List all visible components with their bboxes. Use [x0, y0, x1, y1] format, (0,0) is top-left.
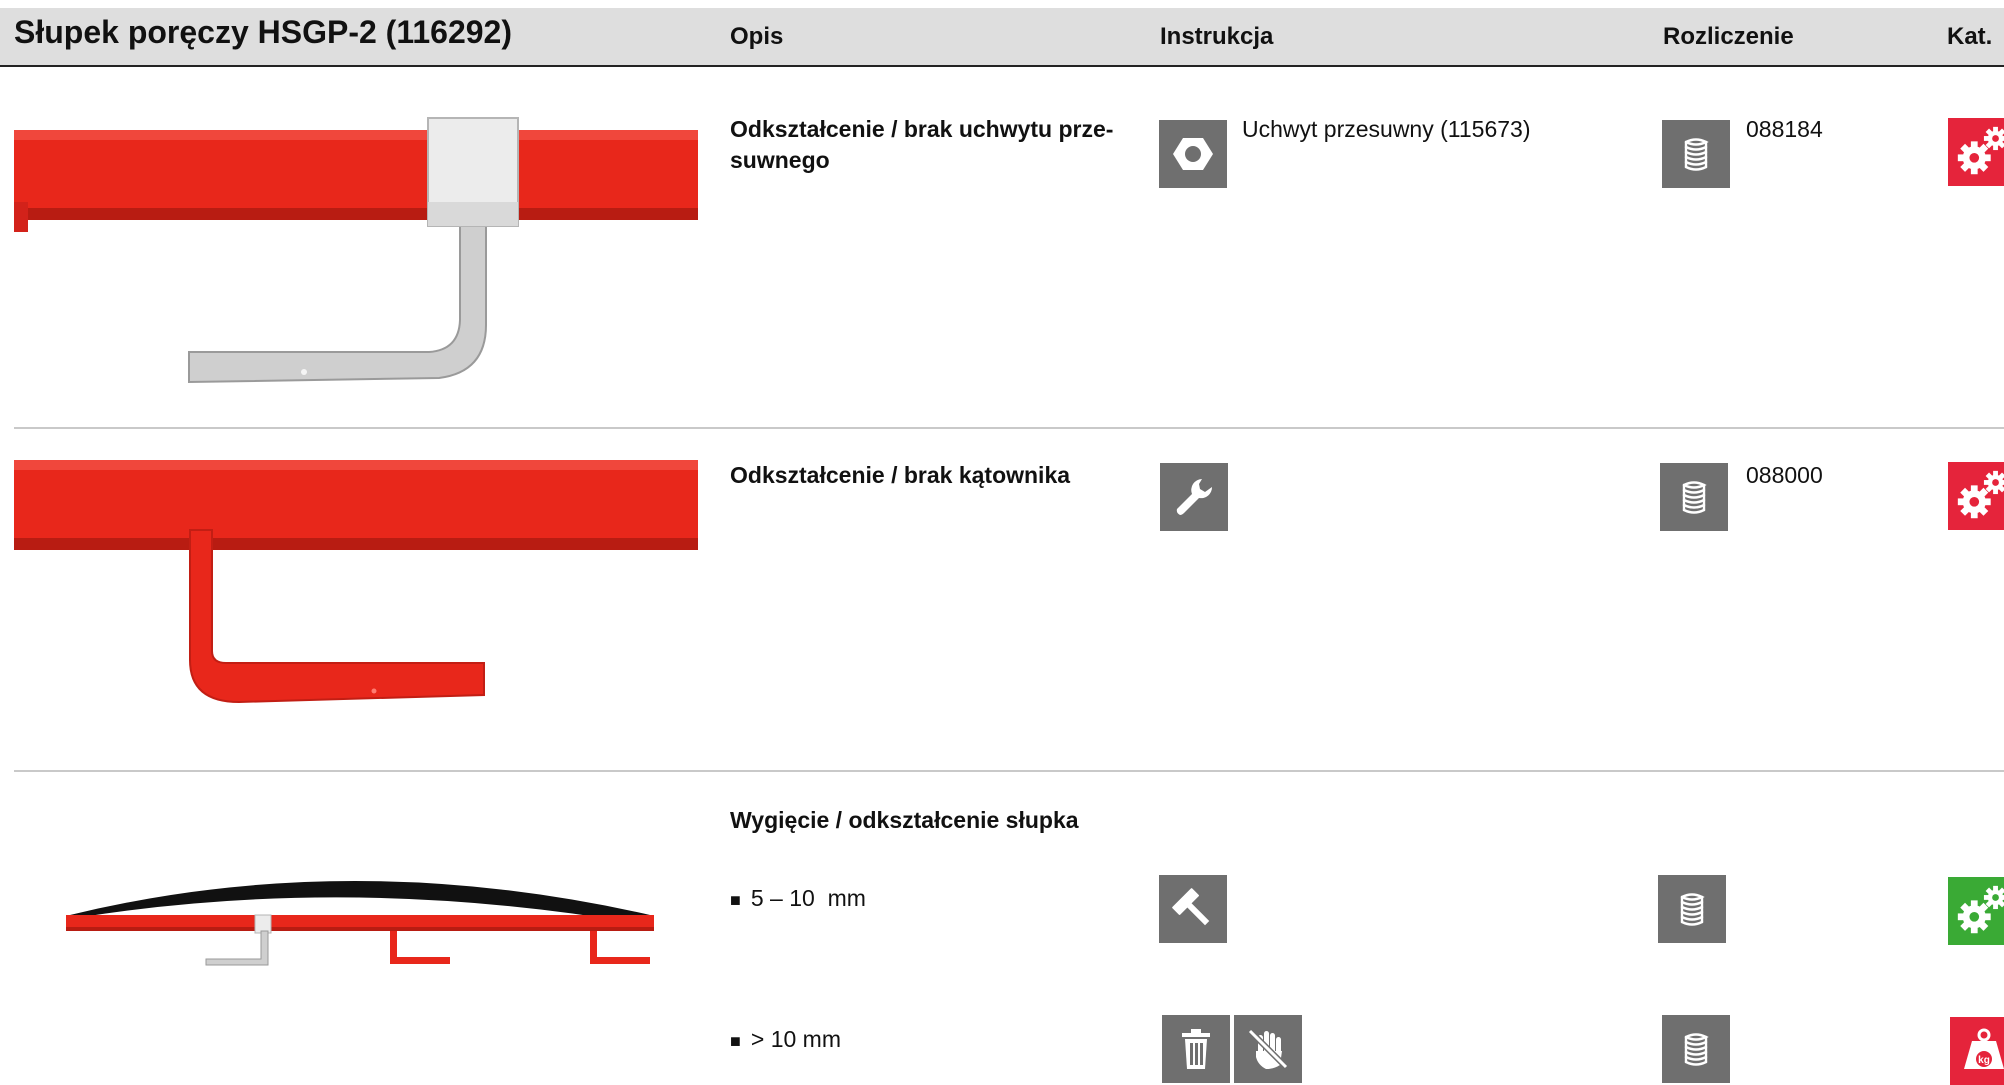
trash-icon[interactable] [1162, 1015, 1230, 1083]
row3-subitem-1-label: 5 – 10 mm [750, 885, 866, 911]
row-divider [14, 770, 2004, 772]
row3-subitem-2: ■ > 10 mm [730, 1024, 841, 1057]
row1-billing-code: 088184 [1746, 116, 1823, 142]
column-header-instrukcja: Instrukcja [1160, 23, 1274, 50]
svg-text:kg: kg [1978, 1055, 1990, 1066]
row3-subitem-2-label: > 10 mm [750, 1026, 841, 1052]
hammer-icon[interactable] [1159, 875, 1227, 943]
row-divider [14, 427, 2004, 429]
row3-product-image [60, 865, 660, 975]
stack-icon[interactable] [1662, 120, 1730, 188]
gears-icon[interactable] [1948, 877, 2004, 945]
row3-description: Wygięcie / odkształcenie słupka [730, 807, 1079, 833]
row3-subitem-1: ■ 5 – 10 mm [730, 883, 866, 916]
row2-product-image [14, 455, 698, 715]
weight-icon[interactable]: kg [1950, 1017, 2004, 1085]
column-header-opis: Opis [730, 23, 784, 50]
row2-description: Odkształcenie / brak kątownika [730, 462, 1071, 488]
nut-icon[interactable] [1159, 120, 1227, 188]
no-hand-icon[interactable] [1234, 1015, 1302, 1083]
bullet: ■ [730, 890, 741, 910]
page-title: Słupek poręczy HSGP-2 (116292) [14, 14, 512, 50]
row1-instruction-text: Uchwyt przesuwny (115673) [1242, 116, 1531, 142]
column-header-rozliczenie: Rozliczenie [1663, 23, 1794, 50]
column-header-kat: Kat. [1947, 23, 1993, 50]
wrench-icon[interactable] [1160, 463, 1228, 531]
stack-icon[interactable] [1662, 1015, 1730, 1083]
row1-description: Odkształcenie / brak uchwytu prze-suwneg… [730, 116, 1114, 173]
bullet: ■ [730, 1031, 741, 1051]
stack-icon[interactable] [1660, 463, 1728, 531]
gears-icon[interactable] [1948, 118, 2004, 186]
stack-icon[interactable] [1658, 875, 1726, 943]
row1-product-image [14, 110, 698, 400]
row2-billing-code: 088000 [1746, 462, 1823, 488]
gears-icon[interactable] [1948, 462, 2004, 530]
